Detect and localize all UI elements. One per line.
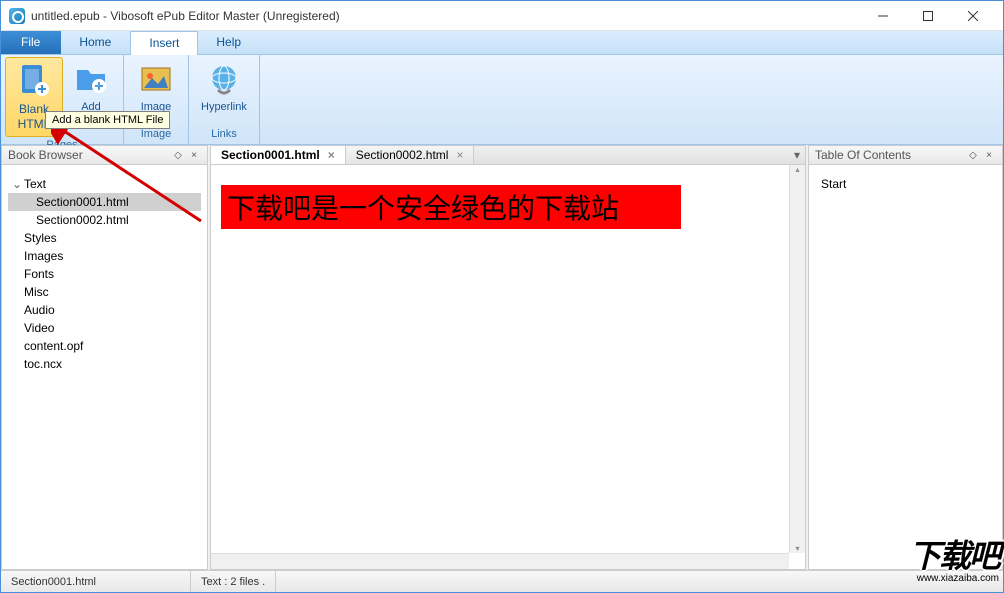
menubar: File Home Insert Help <box>1 31 1003 55</box>
window-title: untitled.epub - Vibosoft ePub Editor Mas… <box>31 9 860 23</box>
image-icon <box>136 61 176 99</box>
content-banner: 下载吧是一个安全绿色的下载站 <box>221 185 681 229</box>
tab-section2[interactable]: Section0002.html × <box>346 146 475 164</box>
ribbon: Blank HTML Add Pages Image Image <box>1 55 1003 145</box>
toc-panel: Table Of Contents ◇ × Start <box>808 145 1003 570</box>
menu-help[interactable]: Help <box>198 31 260 54</box>
statusbar: Section0001.html Text : 2 files . <box>1 570 1003 592</box>
tabs-dropdown-icon[interactable]: ▾ <box>789 146 805 164</box>
minimize-button[interactable] <box>860 2 905 30</box>
tab-label: Section0002.html <box>356 148 449 162</box>
tree-item-audio[interactable]: Audio <box>8 301 201 319</box>
main-area: Book Browser ◇ × Text Section0001.html S… <box>1 145 1003 570</box>
folder-add-icon <box>71 61 111 99</box>
book-browser-header: Book Browser ◇ × <box>1 145 208 165</box>
document-icon <box>14 62 54 100</box>
hyperlink-button[interactable]: Hyperlink <box>193 57 255 126</box>
tree-item-images[interactable]: Images <box>8 247 201 265</box>
status-file: Section0001.html <box>1 571 191 592</box>
app-icon <box>9 8 25 24</box>
tree-item-section2[interactable]: Section0002.html <box>8 211 201 229</box>
tree-item-section1[interactable]: Section0001.html <box>8 193 201 211</box>
menu-home[interactable]: Home <box>61 31 130 54</box>
tree-item-video[interactable]: Video <box>8 319 201 337</box>
panel-close-icon[interactable]: × <box>187 148 201 162</box>
horizontal-scrollbar[interactable] <box>211 553 789 569</box>
watermark-text: 下载吧 <box>909 531 999 577</box>
panel-close-icon[interactable]: × <box>982 148 996 162</box>
toc-title: Table Of Contents <box>815 148 911 162</box>
tree-item-contentopf[interactable]: content.opf <box>8 337 201 355</box>
menu-insert[interactable]: Insert <box>130 31 198 55</box>
toc-item-start[interactable]: Start <box>817 175 994 193</box>
ribbon-group-links: Hyperlink Links <box>189 55 260 144</box>
ribbon-group-image: Image Image <box>124 55 189 144</box>
book-browser-panel: Book Browser ◇ × Text Section0001.html S… <box>1 145 208 570</box>
tab-label: Section0001.html <box>221 148 320 162</box>
book-browser-title: Book Browser <box>8 148 83 162</box>
tree-item-tocncx[interactable]: toc.ncx <box>8 355 201 373</box>
tab-close-icon[interactable]: × <box>456 148 463 162</box>
menu-file[interactable]: File <box>1 31 61 54</box>
panel-float-icon[interactable]: ◇ <box>966 148 980 162</box>
close-button[interactable] <box>950 2 995 30</box>
toc-header: Table Of Contents ◇ × <box>808 145 1003 165</box>
panel-float-icon[interactable]: ◇ <box>171 148 185 162</box>
tree-item-fonts[interactable]: Fonts <box>8 265 201 283</box>
book-browser-tree: Text Section0001.html Section0002.html S… <box>1 165 208 570</box>
links-group-label: Links <box>193 126 255 142</box>
watermark: 下载吧 www.xiazaiba.com <box>909 531 999 584</box>
hyperlink-label: Hyperlink <box>201 101 247 114</box>
editor-area: Section0001.html × Section0002.html × ▾ … <box>210 145 806 570</box>
maximize-button[interactable] <box>905 2 950 30</box>
editor-content[interactable]: 下载吧是一个安全绿色的下载站 <box>210 165 806 570</box>
globe-icon <box>204 61 244 99</box>
tree-item-misc[interactable]: Misc <box>8 283 201 301</box>
titlebar: untitled.epub - Vibosoft ePub Editor Mas… <box>1 1 1003 31</box>
status-info: Text : 2 files . <box>191 571 276 592</box>
tree-item-styles[interactable]: Styles <box>8 229 201 247</box>
watermark-url: www.xiazaiba.com <box>909 573 999 584</box>
tree-text-root[interactable]: Text <box>8 175 201 193</box>
tab-close-icon[interactable]: × <box>328 148 335 162</box>
tooltip: Add a blank HTML File <box>45 111 170 129</box>
vertical-scrollbar[interactable] <box>789 165 805 553</box>
ribbon-group-pages: Blank HTML Add Pages <box>1 55 124 144</box>
toc-body: Start <box>808 165 1003 570</box>
tab-section1[interactable]: Section0001.html × <box>211 146 346 164</box>
editor-tabs: Section0001.html × Section0002.html × ▾ <box>210 145 806 165</box>
